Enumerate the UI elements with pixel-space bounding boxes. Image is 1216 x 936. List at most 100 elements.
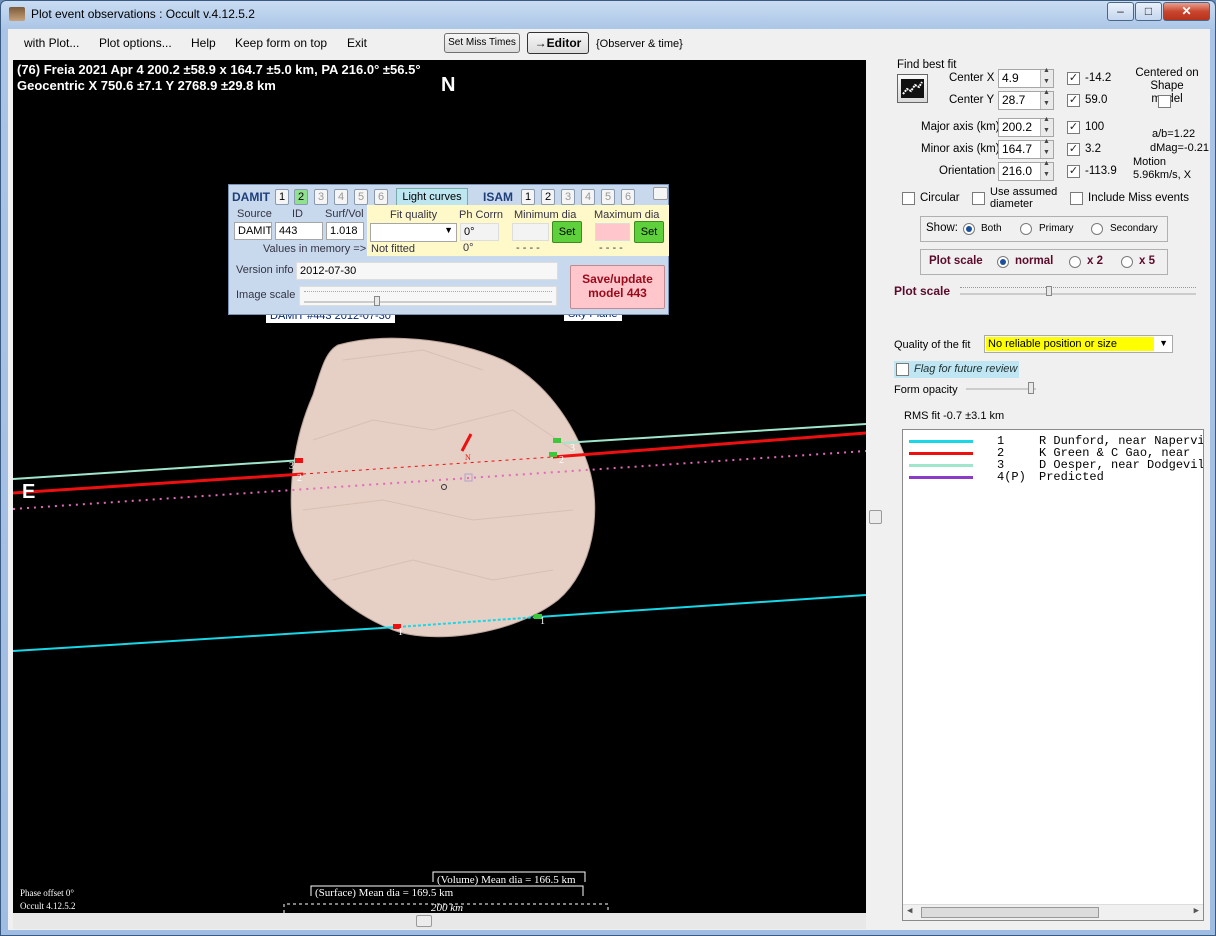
scale-normal-label: normal [1015, 255, 1054, 267]
vertical-scroll-thumb[interactable] [869, 510, 882, 524]
isam-6-button[interactable]: 6 [621, 189, 635, 205]
center-x-label: Center X [949, 72, 995, 84]
show-secondary-radio[interactable] [1091, 223, 1103, 235]
major-axis-spinner[interactable] [1040, 116, 1053, 136]
minor-axis-checkbox[interactable]: ✓ [1067, 143, 1080, 156]
menu-exit[interactable]: Exit [347, 36, 367, 50]
use-assumed-diameter-checkbox[interactable] [972, 192, 985, 205]
isam-1-button[interactable]: 1 [521, 189, 535, 205]
plot-vertical-scrollbar[interactable] [868, 60, 884, 913]
set-max-dia-button[interactable]: Set [634, 221, 664, 243]
slider-thumb[interactable] [374, 296, 380, 306]
plot-area[interactable]: (76) Freia 2021 Apr 4 200.2 ±58.9 x 164.… [13, 60, 866, 913]
show-label: Show: [926, 222, 958, 234]
values-in-memory-label: Values in memory => [263, 243, 367, 255]
editor-button[interactable]: →Editor [527, 32, 589, 54]
version-info-field[interactable]: 2012-07-30 [296, 262, 558, 280]
surface-mean-label: (Surface) Mean dia = 169.5 km [315, 887, 454, 899]
isam-4-button[interactable]: 4 [581, 189, 595, 205]
center-x-spinner[interactable] [1040, 67, 1053, 87]
observer-list-hscrollbar[interactable]: ◀ ▶ [903, 904, 1203, 920]
damit-model-1-button[interactable]: 1 [275, 189, 289, 205]
min-dia-field[interactable] [512, 223, 549, 241]
horizontal-scroll-thumb[interactable] [416, 915, 432, 927]
maximize-button[interactable]: □ [1135, 2, 1162, 21]
phase-offset-label: Phase offset 0° [20, 888, 74, 898]
center-x-input[interactable]: 4.9 [998, 67, 1054, 88]
quality-of-fit-select[interactable]: No reliable position or size ▼ [984, 335, 1173, 353]
orientation-input[interactable]: 216.0 [998, 160, 1054, 181]
form-opacity-slider-thumb[interactable] [1028, 382, 1034, 394]
rms-fit-label: RMS fit -0.7 ±3.1 km [904, 410, 1005, 422]
set-miss-times-button[interactable]: Set Miss Times [444, 33, 520, 53]
include-miss-checkbox[interactable] [1070, 192, 1083, 205]
chevron-down-icon: ▼ [1159, 338, 1168, 348]
plot-scale-slider-ticks [960, 287, 1196, 288]
scroll-left-icon[interactable]: ◀ [907, 906, 912, 916]
damit-model-4-button[interactable]: 4 [334, 189, 348, 205]
plot-scale-slider-thumb[interactable] [1046, 286, 1052, 296]
plot-horizontal-scrollbar[interactable] [13, 913, 866, 929]
memory-phcorr-label: 0° [463, 242, 474, 254]
flag-review-checkbox[interactable] [896, 363, 909, 376]
collapse-panel-button[interactable] [653, 187, 668, 200]
center-y-input[interactable]: 28.7 [998, 89, 1054, 110]
image-scale-slider[interactable] [299, 286, 557, 306]
circular-checkbox[interactable] [902, 192, 915, 205]
surfvol-field: 1.018 [326, 222, 364, 240]
scale-x5-radio[interactable] [1121, 256, 1133, 268]
minimize-button[interactable]: – [1107, 2, 1134, 21]
light-curves-button[interactable]: Light curves [396, 188, 468, 206]
center-x-extra: -14.2 [1085, 72, 1112, 84]
major-axis-checkbox[interactable]: ✓ [1067, 121, 1080, 134]
center-y-spinner[interactable] [1040, 89, 1053, 109]
centered-on-shape-checkbox[interactable] [1158, 95, 1171, 108]
menu-help[interactable]: Help [191, 36, 216, 50]
menu-keep-on-top[interactable]: Keep form on top [235, 36, 327, 50]
damit-model-2-button[interactable]: 2 [294, 189, 308, 205]
menu-with-plot[interactable]: with Plot... [24, 36, 79, 50]
scale-x5-label: x 5 [1139, 255, 1155, 267]
close-button[interactable]: ✕ [1163, 2, 1210, 21]
fit-quality-select[interactable]: ▼ [370, 223, 457, 242]
orientation-spinner[interactable] [1040, 160, 1053, 180]
scale-normal-radio[interactable] [997, 256, 1009, 268]
title-bar[interactable]: Plot event observations : Occult v.4.12.… [1, 1, 1215, 27]
observer-list-scroll-thumb[interactable] [921, 907, 1099, 918]
volume-mean-label: (Volume) Mean dia = 166.5 km [437, 874, 576, 886]
damit-model-3-button[interactable]: 3 [314, 189, 328, 205]
isam-3-button[interactable]: 3 [561, 189, 575, 205]
scroll-right-icon[interactable]: ▶ [1194, 906, 1199, 916]
find-best-fit-button[interactable] [897, 74, 928, 103]
damit-model-6-button[interactable]: 6 [374, 189, 388, 205]
list-item[interactable]: 4(P) Predicted [903, 470, 1203, 483]
save-update-model-button[interactable]: Save/update model 443 [570, 265, 665, 309]
form-opacity-slider[interactable] [966, 381, 1036, 397]
orientation-checkbox[interactable]: ✓ [1067, 165, 1080, 178]
quality-of-fit-label: Quality of the fit [894, 339, 971, 351]
menu-plot-options[interactable]: Plot options... [99, 36, 172, 50]
max-dia-field[interactable] [595, 223, 630, 241]
center-x-checkbox[interactable]: ✓ [1067, 72, 1080, 85]
minor-axis-input[interactable]: 164.7 [998, 138, 1054, 159]
observer-list[interactable]: 1 R Dunford, near Napervi 2 K Green & C … [902, 429, 1204, 921]
minor-axis-spinner[interactable] [1040, 138, 1053, 158]
phcorr-field[interactable]: 0° [460, 223, 499, 241]
isam-5-button[interactable]: 5 [601, 189, 615, 205]
occult-version-label: Occult 4.12.5.2 [20, 901, 76, 911]
scale-x2-radio[interactable] [1069, 256, 1081, 268]
chord-1-label-left: 1 [398, 627, 403, 638]
damit-model-5-button[interactable]: 5 [354, 189, 368, 205]
show-primary-radio[interactable] [1020, 223, 1032, 235]
center-y-checkbox[interactable]: ✓ [1067, 94, 1080, 107]
show-both-radio[interactable] [963, 223, 975, 235]
isam-2-button[interactable]: 2 [541, 189, 555, 205]
id-column-label: ID [292, 208, 303, 220]
plot-header-line1: (76) Freia 2021 Apr 4 200.2 ±58.9 x 164.… [17, 62, 421, 77]
damit-label: DAMIT [232, 190, 270, 204]
major-axis-input[interactable]: 200.2 [998, 116, 1054, 137]
chord-1-line [13, 626, 399, 652]
plot-scale-slider[interactable] [960, 283, 1196, 299]
set-min-dia-button[interactable]: Set [552, 221, 582, 243]
center-y-extra: 59.0 [1085, 94, 1108, 106]
